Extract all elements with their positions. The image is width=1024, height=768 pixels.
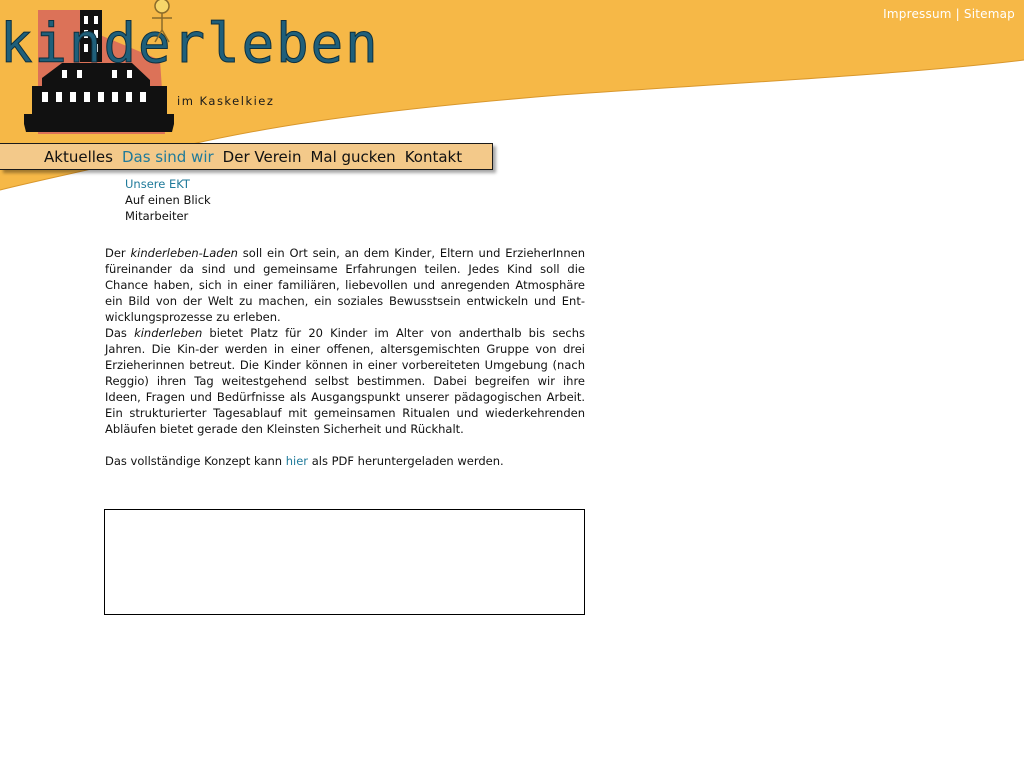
nav-item-mal-gucken[interactable]: Mal gucken — [310, 148, 395, 166]
top-links: Impressum | Sitemap — [883, 7, 1015, 21]
subnav-item-auf-einen-blick[interactable]: Auf einen Blick — [125, 192, 211, 208]
nav-item-aktuelles[interactable]: Aktuelles — [44, 148, 113, 166]
sub-navigation: Unsere EKT Auf einen Blick Mitarbeiter — [125, 176, 211, 224]
p2-emphasis: kinderleben — [134, 326, 203, 340]
nav-item-kontakt[interactable]: Kontakt — [405, 148, 462, 166]
p3-suffix: als PDF heruntergeladen werden. — [308, 454, 504, 468]
main-content: Der kinderleben-Laden soll ein Ort sein,… — [105, 245, 585, 469]
download-paragraph: Das vollständige Konzept kann hier als P… — [105, 453, 585, 469]
nav-item-der-verein[interactable]: Der Verein — [223, 148, 302, 166]
main-navigation: Aktuelles Das sind wir Der Verein Mal gu… — [0, 143, 493, 170]
p1-emphasis: kinderleben-Laden — [130, 246, 238, 260]
empty-frame-box — [104, 509, 585, 615]
subnav-item-mitarbeiter[interactable]: Mitarbeiter — [125, 208, 211, 224]
sitemap-link[interactable]: Sitemap — [964, 7, 1015, 21]
top-links-separator: | — [955, 7, 960, 21]
logo-wordmark: kinderleben — [0, 0, 380, 76]
concept-pdf-link[interactable]: hier — [286, 454, 308, 468]
intro-paragraph: Der kinderleben-Laden soll ein Ort sein,… — [105, 245, 585, 325]
p2-prefix: Das — [105, 326, 135, 340]
p1-prefix: Der — [105, 246, 131, 260]
p3-prefix: Das vollständige Konzept kann — [105, 454, 286, 468]
description-paragraph: Das kinderleben bietet Platz für 20 Kind… — [105, 325, 585, 437]
logo-subtitle: im Kaskelkiez — [177, 94, 275, 108]
nav-item-das-sind-wir[interactable]: Das sind wir — [122, 148, 214, 166]
subnav-item-unsere-ekt[interactable]: Unsere EKT — [125, 176, 211, 192]
impressum-link[interactable]: Impressum — [883, 7, 952, 21]
svg-text:kinderleben: kinderleben — [0, 12, 380, 75]
p2-text: bietet Platz für 20 Kinder im Alter von … — [105, 326, 585, 436]
page-header: kinderleben im Kaskelkiez Impressum | Site… — [0, 0, 1024, 200]
